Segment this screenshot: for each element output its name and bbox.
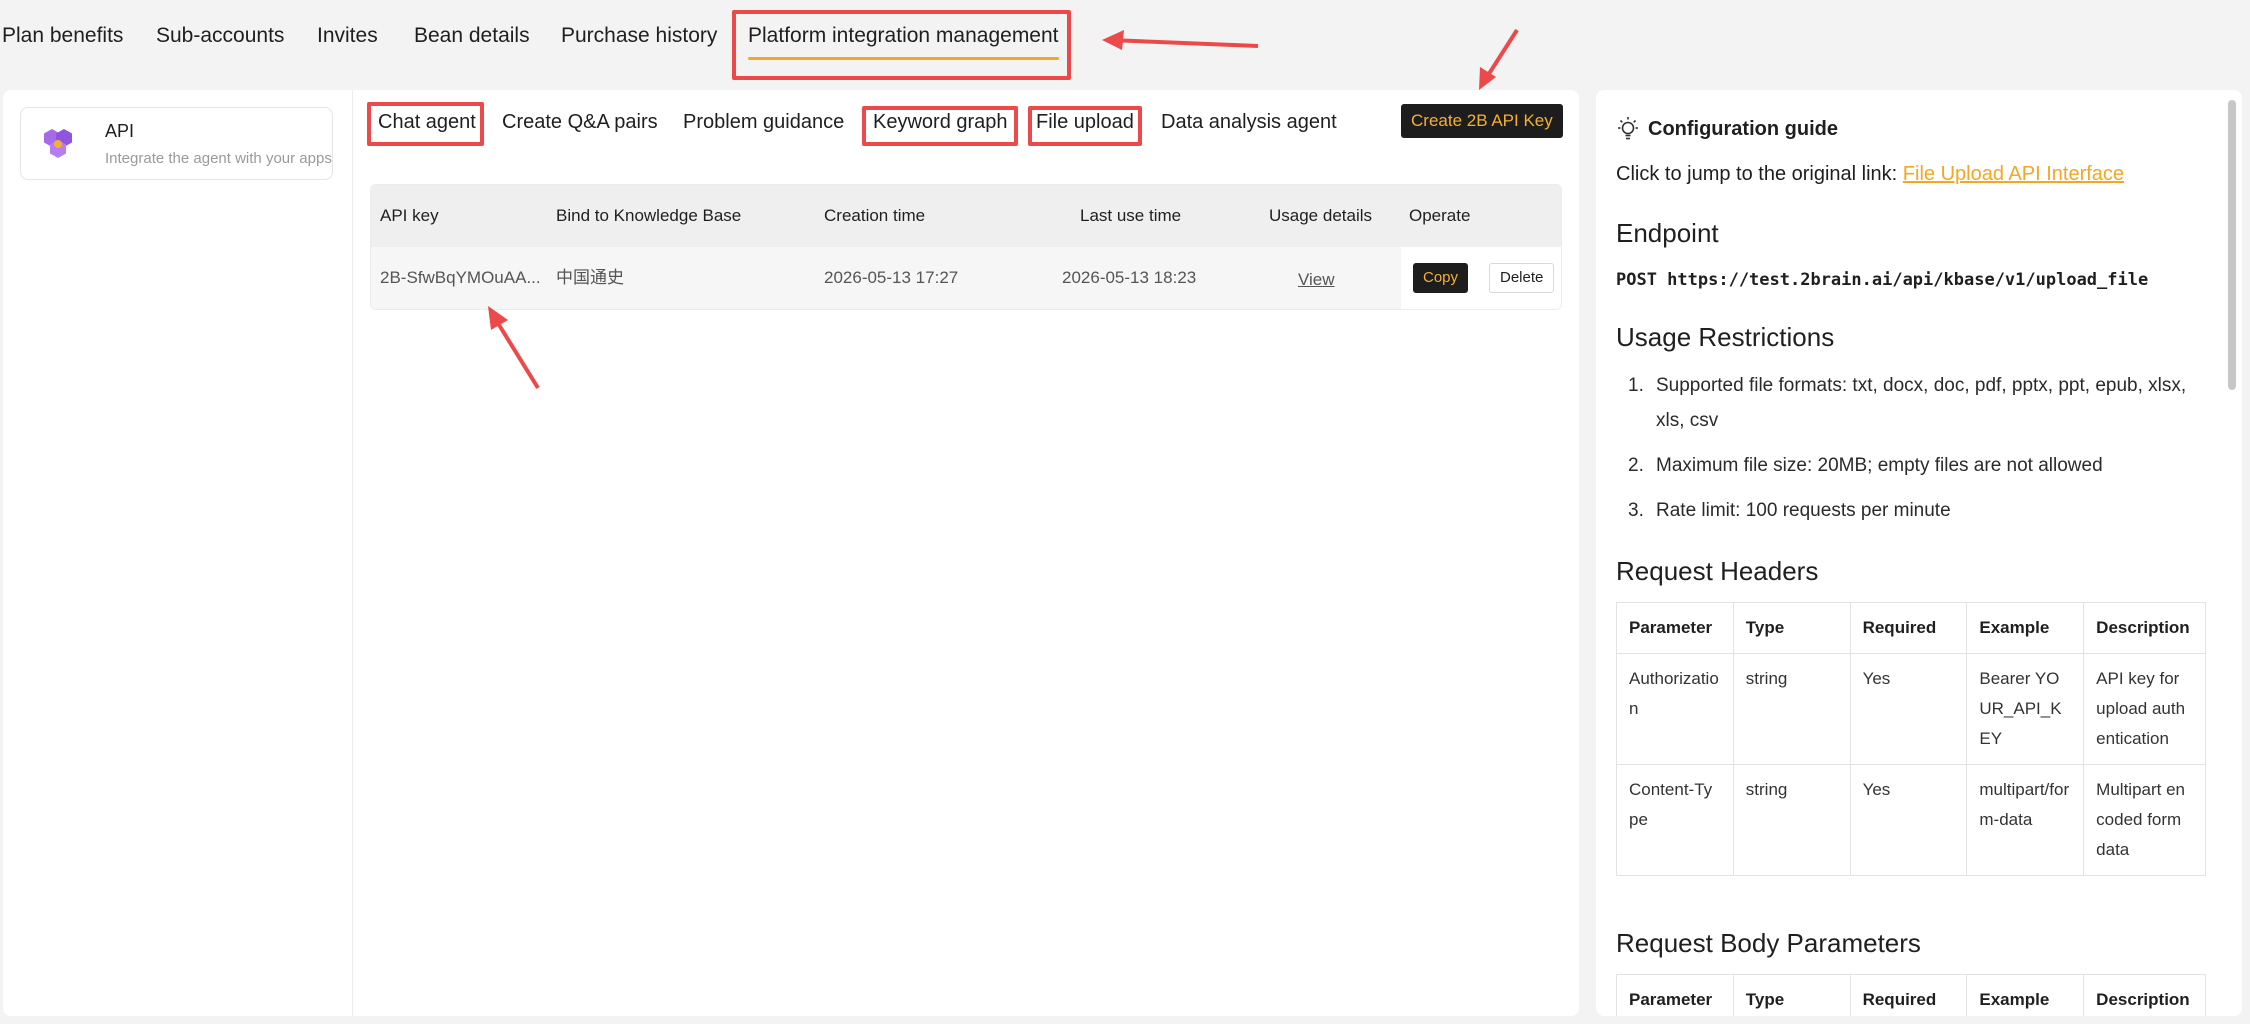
create-api-key-button[interactable]: Create 2B API Key — [1401, 104, 1563, 138]
main-panel: API Integrate the agent with your apps C… — [3, 90, 1579, 1016]
copy-button[interactable]: Copy — [1413, 263, 1469, 293]
header-last-use-time: Last use time — [1080, 206, 1182, 225]
operate-cell: Copy Delete — [1401, 247, 1561, 309]
col-description: Description — [2083, 974, 2206, 1016]
header-usage-details: Usage details — [1269, 206, 1373, 225]
cell: string — [1732, 653, 1851, 765]
tab-purchase-history[interactable]: Purchase history — [561, 24, 717, 48]
table-header-row: Parameter Type Required Example Descript… — [1616, 602, 2206, 654]
endpoint-code: POST https://test.2brain.ai/api/kbase/v1… — [1616, 270, 2149, 290]
original-link-line: Click to jump to the original link: File… — [1616, 163, 2124, 186]
table-row: Content-Type string Yes multipart/form-d… — [1616, 764, 2206, 876]
api-hexagon-icon — [44, 129, 72, 158]
request-headers-table: Parameter Type Required Example Descript… — [1616, 602, 2206, 876]
col-required: Required — [1849, 974, 1968, 1016]
creation-time-value: 2026-05-13 17:27 — [824, 268, 959, 287]
tab-bean-details[interactable]: Bean details — [414, 24, 530, 48]
subtab-create-qa-pairs[interactable]: Create Q&A pairs — [502, 111, 658, 134]
file-upload-api-link[interactable]: File Upload API Interface — [1903, 163, 2124, 185]
lightbulb-icon — [1618, 117, 1638, 140]
col-example: Example — [1966, 602, 2085, 654]
header-creation-time: Creation time — [824, 206, 926, 225]
top-navigation: Plan benefits Sub-accounts Invites Bean … — [0, 0, 2250, 86]
api-key-value: 2B-SfwBqYMOuAA... — [380, 268, 541, 287]
restriction-2: Maximum file size: 20MB; empty files are… — [1656, 455, 2103, 476]
col-parameter: Parameter — [1616, 602, 1734, 654]
subtab-keyword-graph[interactable]: Keyword graph — [873, 111, 1008, 134]
col-description: Description — [2083, 602, 2206, 654]
tab-plan-benefits[interactable]: Plan benefits — [2, 24, 123, 48]
cell: Yes — [1849, 653, 1968, 765]
list-item: 3. Rate limit: 100 requests per minute — [1628, 500, 1951, 521]
cell: Yes — [1849, 764, 1968, 876]
original-link-prefix: Click to jump to the original link: — [1616, 163, 1903, 185]
request-body-table: Parameter Type Required Example Descript… — [1616, 974, 2206, 1016]
subtab-file-upload[interactable]: File upload — [1036, 111, 1134, 134]
header-bind-kb: Bind to Knowledge Base — [556, 206, 742, 225]
guide-title: Configuration guide — [1648, 118, 1838, 140]
table-row: 2B-SfwBqYMOuAA... 中国通史 2026-05-13 17:27 … — [371, 247, 1561, 309]
subtab-problem-guidance[interactable]: Problem guidance — [683, 111, 844, 134]
last-use-time-value: 2026-05-13 18:23 — [1062, 268, 1197, 287]
view-usage-link[interactable]: View — [1298, 249, 1335, 309]
col-parameter: Parameter — [1616, 974, 1734, 1016]
header-operate-cell: Operate — [1401, 185, 1561, 247]
api-card[interactable]: API Integrate the agent with your apps — [20, 107, 333, 180]
cell: API key for upload authentication — [2083, 653, 2206, 765]
list-item: 1. Supported file formats: txt, docx, doc… — [1628, 375, 2187, 431]
request-body-heading: Request Body Parameters — [1616, 928, 1921, 958]
usage-restrictions-heading: Usage Restrictions — [1616, 322, 1835, 352]
cell: Authorization — [1616, 653, 1734, 765]
api-key-table: API key Bind to Knowledge Base Creation … — [370, 184, 1562, 310]
sidebar-divider — [352, 90, 353, 1016]
configuration-guide-panel: Configuration guide Click to jump to the… — [1596, 90, 2242, 1016]
col-example: Example — [1966, 974, 2085, 1016]
header-operate: Operate — [1409, 206, 1471, 225]
cell: Content-Type — [1616, 764, 1734, 876]
tab-invites[interactable]: Invites — [317, 24, 378, 48]
api-card-subtitle: Integrate the agent with your apps — [105, 150, 332, 167]
restrictions-list: 1. Supported file formats: txt, docx, doc… — [1616, 368, 2216, 538]
tab-platform-integration-management[interactable]: Platform integration management — [748, 24, 1059, 60]
cell: string — [1732, 764, 1851, 876]
restriction-1: Supported file formats: txt, docx, doc, … — [1656, 375, 2187, 431]
restriction-3: Rate limit: 100 requests per minute — [1656, 500, 1951, 521]
knowledge-base-value: 中国通史 — [556, 268, 624, 287]
delete-button[interactable]: Delete — [1489, 263, 1555, 293]
subtab-chat-agent[interactable]: Chat agent — [378, 111, 476, 134]
api-card-title: API — [105, 121, 135, 141]
col-type: Type — [1732, 974, 1851, 1016]
tab-sub-accounts[interactable]: Sub-accounts — [156, 24, 284, 48]
subtab-data-analysis-agent[interactable]: Data analysis agent — [1161, 111, 1337, 134]
col-type: Type — [1732, 602, 1851, 654]
col-required: Required — [1849, 602, 1968, 654]
cell: multipart/form-data — [1966, 764, 2085, 876]
table-header-row: Parameter Type Required Example Descript… — [1616, 974, 2206, 1016]
cell: Multipart encoded form data — [2083, 764, 2206, 876]
list-item: 2. Maximum file size: 20MB; empty files a… — [1628, 455, 2103, 476]
endpoint-heading: Endpoint — [1616, 218, 1719, 248]
table-row: Authorization string Yes Bearer YOUR_API… — [1616, 653, 2206, 765]
guide-scrollbar-thumb[interactable] — [2228, 100, 2236, 390]
cell: Bearer YOUR_API_KEY — [1966, 653, 2085, 765]
table-header: API key Bind to Knowledge Base Creation … — [371, 185, 1561, 247]
request-headers-heading: Request Headers — [1616, 556, 1819, 586]
header-api-key: API key — [380, 206, 439, 225]
